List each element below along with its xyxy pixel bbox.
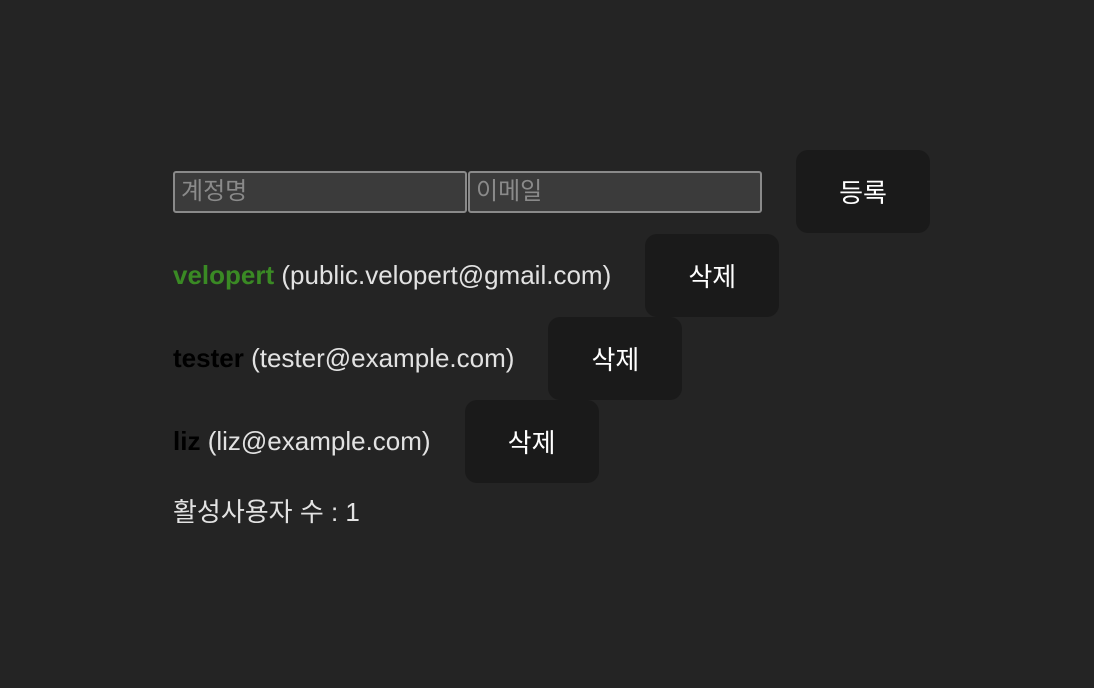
user-email: (liz@example.com) <box>207 426 431 456</box>
username-input[interactable] <box>173 170 467 213</box>
active-user-count: 활성사용자 수 : 1 <box>173 497 360 527</box>
user-email: (tester@example.com) <box>251 343 515 373</box>
user-item: liz (liz@example.com) 삭제 <box>173 400 599 483</box>
username[interactable]: liz <box>173 426 200 457</box>
create-user-form: 등록 <box>173 150 930 233</box>
email-input[interactable] <box>468 170 762 213</box>
username[interactable]: velopert <box>173 260 274 291</box>
delete-button[interactable]: 삭제 <box>645 234 780 317</box>
user-email: (public.velopert@gmail.com) <box>281 260 612 290</box>
delete-button[interactable]: 삭제 <box>464 400 599 483</box>
user-item: tester (tester@example.com) 삭제 <box>173 317 683 400</box>
username[interactable]: tester <box>173 343 244 374</box>
delete-button[interactable]: 삭제 <box>548 317 683 400</box>
user-item: velopert (public.velopert@gmail.com) 삭제 <box>173 234 780 317</box>
register-button[interactable]: 등록 <box>796 150 930 233</box>
